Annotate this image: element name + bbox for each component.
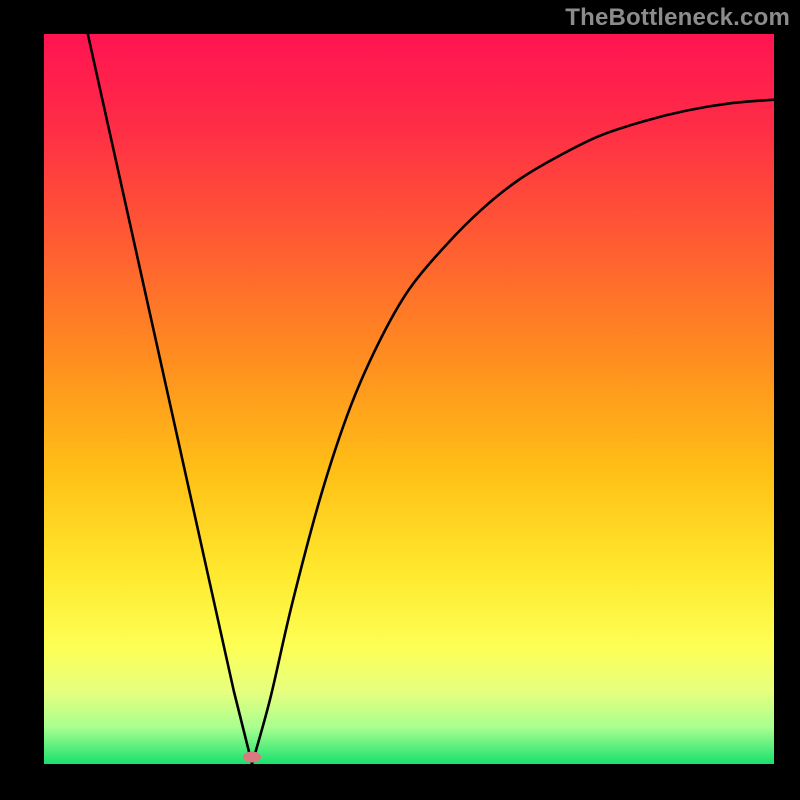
curve-line [44,34,774,764]
plot-area [44,34,774,764]
watermark-text: TheBottleneck.com [565,4,790,32]
chart-frame: TheBottleneck.com [0,0,800,800]
minimum-marker [243,751,261,762]
bottleneck-curve-path [88,34,774,764]
